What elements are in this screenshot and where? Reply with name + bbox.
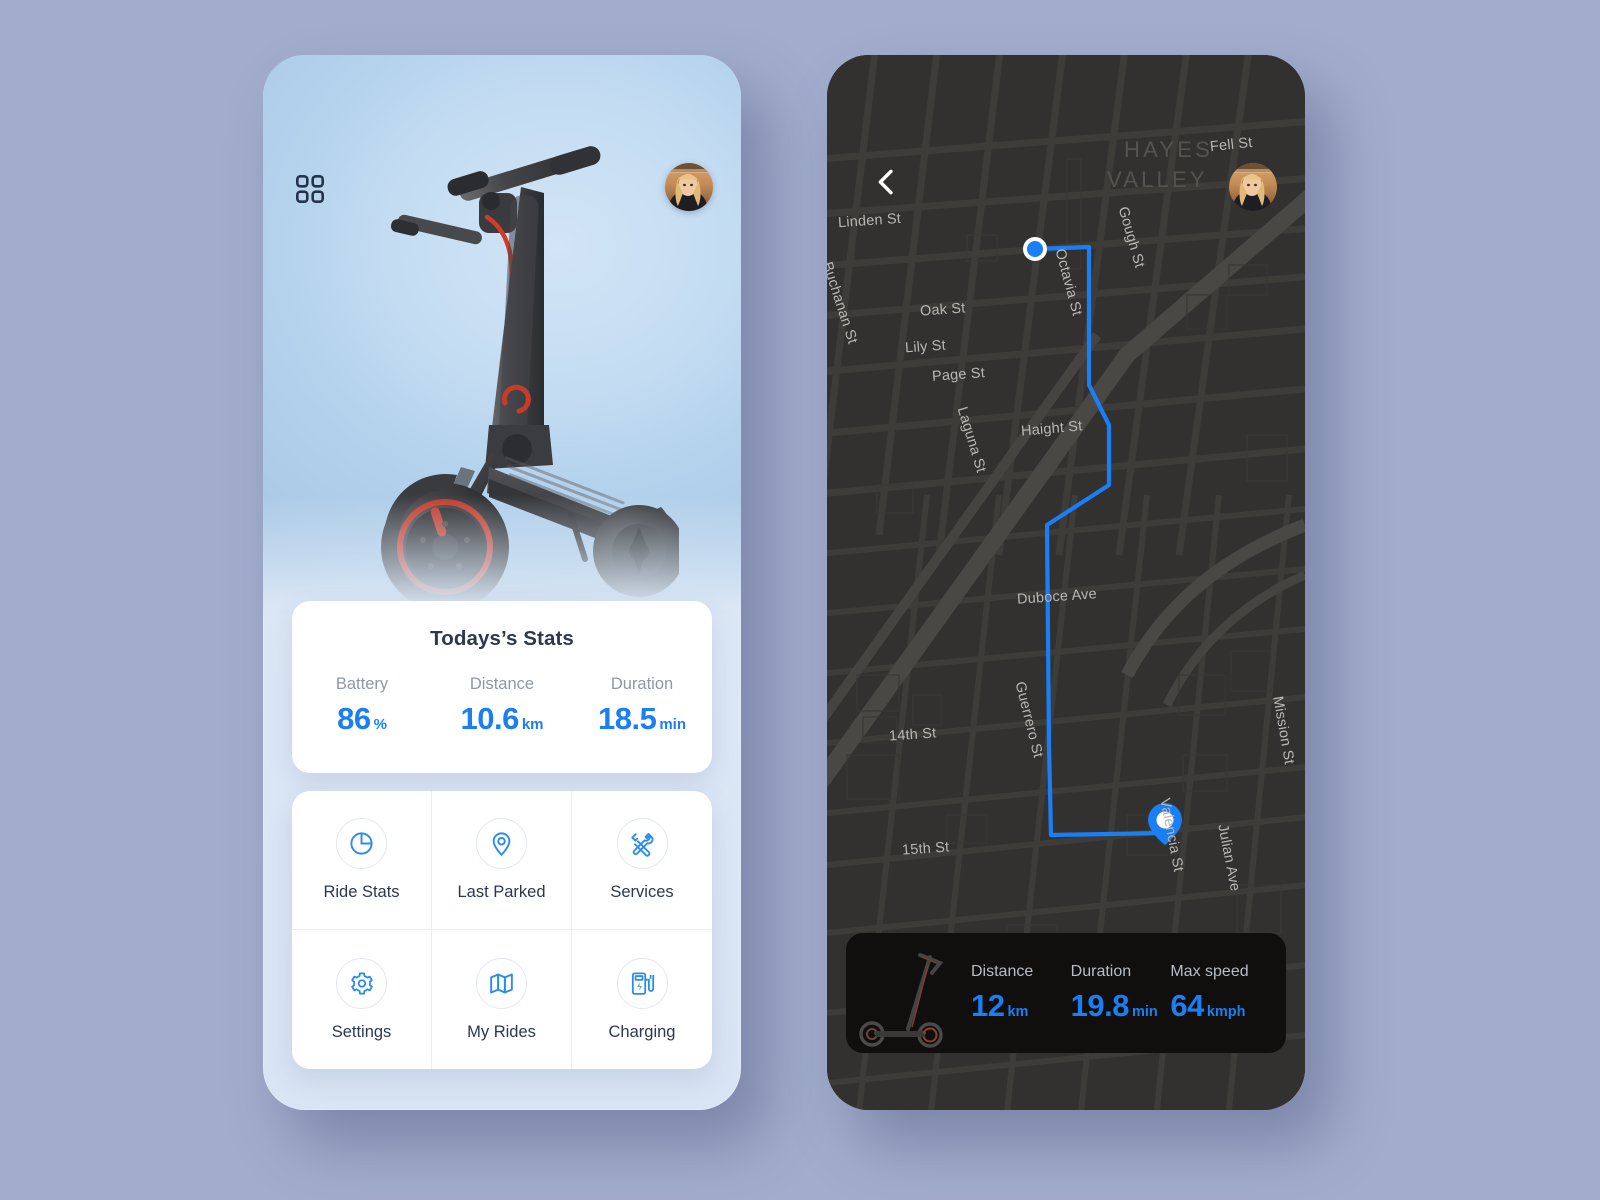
menu-item-ride-stats[interactable]: Ride Stats	[292, 791, 432, 930]
avatar-photo	[665, 163, 713, 211]
avatar[interactable]	[665, 163, 713, 211]
stat-value: 86%	[337, 701, 387, 736]
menu-item-services[interactable]: Services	[572, 791, 712, 930]
avatar-photo	[1229, 163, 1277, 211]
back-button[interactable]	[869, 165, 903, 199]
trip-stat-distance: Distance 12 km	[971, 963, 1071, 1024]
trip-stat-value: 19.8 min	[1070, 987, 1158, 1023]
stat-unit: %	[373, 716, 387, 733]
hero-scooter-section	[263, 55, 741, 615]
home-phone-frame: Todays’s Stats Battery 86% Distance 10.6…	[263, 55, 741, 1110]
map-pin-icon	[476, 818, 527, 869]
quick-menu-grid: Ride Stats Last Parked Services Settings…	[292, 791, 712, 1069]
stat-duration: Duration 18.5 min	[572, 675, 712, 737]
wrench-screwdriver-icon	[616, 818, 668, 869]
menu-item-last-parked[interactable]: Last Parked	[432, 791, 572, 930]
stats-row: Battery 86% Distance 10.6 km Duration 18.…	[292, 675, 712, 737]
trip-summary-bar: Distance 12 km Duration 19.8 min Max speed…	[846, 933, 1286, 1053]
trip-stat-max-speed: Max speed 64 kmph	[1170, 963, 1270, 1024]
map-phone-frame: HAYES VALLEY Linden St Buchanan St Oak S…	[827, 55, 1305, 1110]
menu-item-charging[interactable]: Charging	[572, 930, 712, 1069]
pie-chart-icon	[336, 818, 387, 869]
grid-menu-icon[interactable]	[296, 175, 324, 203]
trip-stat-label: Distance	[971, 962, 1034, 980]
folded-map-icon	[476, 957, 527, 1009]
trip-stats-row: Distance 12 km Duration 19.8 min Max speed…	[971, 963, 1286, 1024]
stats-card-title: Todays’s Stats	[430, 627, 574, 650]
trip-stat-label: Duration	[1070, 962, 1132, 980]
trip-stat-label: Max speed	[1170, 962, 1249, 980]
trip-stat-unit: min	[1132, 1003, 1158, 1020]
stat-distance: Distance 10.6 km	[432, 675, 572, 737]
menu-item-label: Charging	[608, 1022, 676, 1041]
stat-label: Duration	[610, 675, 674, 693]
stat-value: 10.6 km	[460, 701, 544, 736]
trip-stat-unit: kmph	[1206, 1003, 1246, 1020]
menu-item-label: Ride Stats	[323, 883, 400, 901]
trip-stat-unit: km	[1007, 1003, 1029, 1020]
trip-stat-value: 12 km	[971, 987, 1029, 1023]
avatar[interactable]	[1229, 163, 1277, 211]
stat-unit: min	[659, 716, 686, 733]
stat-unit: km	[521, 716, 544, 733]
gear-icon	[336, 957, 387, 1009]
trip-scooter-thumbnail	[846, 933, 971, 1053]
stat-label: Battery	[335, 675, 389, 693]
menu-item-label: My Rides	[467, 1022, 536, 1041]
charging-station-icon	[616, 957, 668, 1009]
menu-item-settings[interactable]: Settings	[292, 930, 432, 1069]
stat-battery: Battery 86%	[292, 675, 432, 737]
menu-item-my-rides[interactable]: My Rides	[432, 930, 572, 1069]
menu-item-label: Last Parked	[457, 883, 546, 901]
scooter-hero-image	[354, 146, 679, 615]
stat-value: 18.5 min	[597, 701, 686, 736]
stat-label: Distance	[469, 675, 535, 693]
todays-stats-card: Todays’s Stats Battery 86% Distance 10.6…	[292, 601, 712, 773]
menu-item-label: Services	[610, 883, 674, 901]
trip-stat-duration: Duration 19.8 min	[1071, 963, 1171, 1024]
trip-stat-value: 64 kmph	[1170, 987, 1246, 1023]
scooter-icon	[859, 953, 944, 1048]
menu-item-label: Settings	[331, 1022, 392, 1041]
